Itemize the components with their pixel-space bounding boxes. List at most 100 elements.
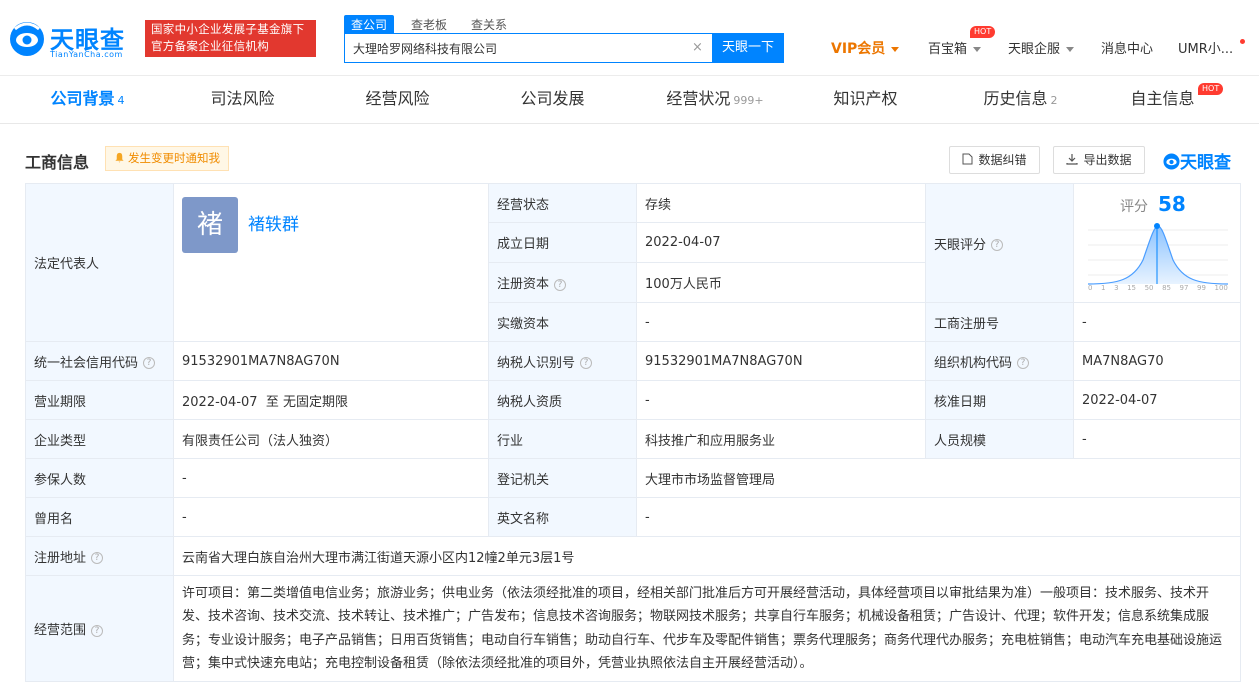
tianyancha-logo[interactable]: 天眼查 TianYanCha.com: [9, 18, 134, 62]
baibao-label: 百宝箱: [928, 42, 968, 57]
search-button[interactable]: 天眼一下: [712, 33, 784, 63]
tax-id-label: 纳税人识别号: [497, 355, 576, 371]
tab-judicial-risk[interactable]: 司法风险: [185, 76, 300, 123]
score-marker: [1154, 223, 1160, 229]
user-name: UMR小...: [1178, 42, 1234, 57]
score-tick: 15: [1127, 284, 1137, 292]
chevron-down-icon: [891, 46, 900, 52]
insured-label: 参保人数: [25, 458, 174, 498]
tax-id-value: 91532901MA7N8AG70N: [636, 341, 926, 381]
score-tick: 0: [1088, 284, 1093, 292]
tax-qual-label: 纳税人资质: [488, 380, 637, 420]
logo-url: TianYanCha.com: [50, 50, 123, 59]
tab-count: 999+: [733, 94, 764, 107]
btn-label: 数据纠错: [978, 153, 1027, 167]
tab-history-info[interactable]: 历史信息 2: [963, 76, 1078, 123]
industry-value: 科技推广和应用服务业: [636, 419, 926, 459]
reg-no-value: -: [1073, 302, 1241, 342]
reg-no-label: 工商注册号: [925, 302, 1074, 342]
help-icon[interactable]: ?: [91, 552, 104, 564]
score-tick: 50: [1144, 284, 1154, 292]
search-tab-company[interactable]: 查公司: [344, 15, 395, 34]
data-correction-button[interactable]: 数据纠错: [949, 146, 1040, 174]
search-input[interactable]: [345, 34, 690, 62]
tab-operation-risk[interactable]: 经营风险: [340, 76, 455, 123]
score-title: 评分: [1120, 199, 1148, 215]
clear-icon[interactable]: ×: [692, 40, 703, 55]
tab-count: 2: [1050, 94, 1058, 107]
score-label-cell: 天眼评分?: [925, 183, 1074, 303]
help-icon[interactable]: ?: [554, 278, 567, 291]
qifu-menu[interactable]: 天眼企服: [1008, 38, 1075, 57]
scope-label: 经营范围: [34, 623, 87, 638]
status-label: 经营状态: [488, 183, 637, 223]
found-date-value: 2022-04-07: [636, 222, 926, 263]
legal-rep-cell: 褚褚轶群: [173, 183, 489, 342]
baibao-menu[interactable]: 百宝箱: [928, 38, 982, 57]
tab-operation-status[interactable]: 经营状况 999+: [650, 76, 780, 123]
tab-company-background[interactable]: 公司背景 4: [30, 76, 145, 123]
score-tick: 99: [1197, 284, 1206, 292]
help-icon[interactable]: ?: [143, 357, 156, 369]
notice-label: 发生变更时通知我: [128, 151, 220, 165]
change-notify-button[interactable]: 发生变更时通知我: [105, 146, 229, 171]
tab-company-development[interactable]: 公司发展: [495, 76, 610, 123]
company-type-label: 企业类型: [25, 419, 174, 459]
authority-label: 登记机关: [488, 458, 637, 498]
legal-rep-name[interactable]: 褚轶群: [248, 215, 299, 235]
english-name-label: 英文名称: [488, 497, 637, 537]
btn-label: 导出数据: [1083, 153, 1132, 167]
tab-label: 经营状况: [666, 89, 731, 108]
notification-dot: [1240, 39, 1245, 44]
logo-eye-icon: [1163, 153, 1180, 170]
found-date-label: 成立日期: [488, 222, 637, 263]
download-icon: [1066, 154, 1079, 165]
message-center-link[interactable]: 消息中心: [1101, 38, 1153, 57]
business-info-table: 法定代表人 褚褚轶群 经营状态 存续 天眼评分? 评分 58 0 1 3 15 …: [25, 183, 1241, 682]
tab-label: 公司背景: [50, 89, 115, 108]
help-icon[interactable]: ?: [991, 239, 1004, 251]
search-box: × 天眼一下: [344, 33, 784, 63]
score-tick: 100: [1214, 284, 1228, 292]
paid-capital-value: -: [636, 302, 926, 342]
user-menu[interactable]: UMR小...: [1178, 38, 1233, 57]
approve-date-label: 核准日期: [925, 380, 1074, 420]
tab-label: 知识产权: [833, 89, 898, 108]
score-distribution-curve: [1088, 223, 1228, 285]
org-code-label-cell: 组织机构代码?: [925, 341, 1074, 381]
english-name-value: -: [636, 497, 1241, 537]
tab-count: 4: [117, 94, 125, 107]
former-name-label: 曾用名: [25, 497, 174, 537]
help-icon[interactable]: ?: [91, 624, 104, 637]
tab-intellectual-property[interactable]: 知识产权: [808, 76, 923, 123]
search-tab-relation[interactable]: 查关系: [464, 15, 514, 34]
staff-size-label: 人员规模: [925, 419, 1074, 459]
export-data-button[interactable]: 导出数据: [1053, 146, 1145, 174]
company-type-value: 有限责任公司（法人独资）: [173, 419, 489, 459]
vip-menu[interactable]: VIP会员: [831, 38, 900, 58]
hot-badge: HOT: [970, 26, 996, 38]
vip-label: VIP会员: [831, 41, 886, 57]
approve-date-value: 2022-04-07: [1073, 380, 1241, 420]
score-value: 58: [1158, 192, 1186, 216]
document-icon: [962, 153, 973, 165]
staff-size-value: -: [1073, 419, 1241, 459]
credit-code-label-cell: 统一社会信用代码?: [25, 341, 174, 381]
logo-eye-icon: [10, 22, 44, 56]
address-label: 注册地址: [34, 550, 87, 566]
authority-value: 大理市市场监督管理局: [636, 458, 1241, 498]
help-icon[interactable]: ?: [1017, 357, 1030, 369]
address-value: 云南省大理白族自治州大理市满江街道天源小区内12幢2单元3层1号: [173, 536, 1241, 576]
tab-label: 公司发展: [520, 89, 585, 108]
gov-badge-line1: 国家中小企业发展子基金旗下: [151, 22, 305, 36]
tab-label: 历史信息: [983, 89, 1048, 108]
section-title: 工商信息: [25, 153, 90, 172]
score-cell[interactable]: 评分 58 0 1 3 15 50 85 97 99 100: [1073, 183, 1241, 303]
qifu-label: 天眼企服: [1008, 42, 1061, 57]
help-icon[interactable]: ?: [580, 357, 593, 369]
legal-rep-label: 法定代表人: [25, 183, 174, 342]
tab-label: 经营风险: [365, 89, 430, 108]
search-tab-boss[interactable]: 查老板: [404, 15, 454, 34]
score-tick: 85: [1162, 284, 1171, 292]
status-value: 存续: [636, 183, 926, 223]
